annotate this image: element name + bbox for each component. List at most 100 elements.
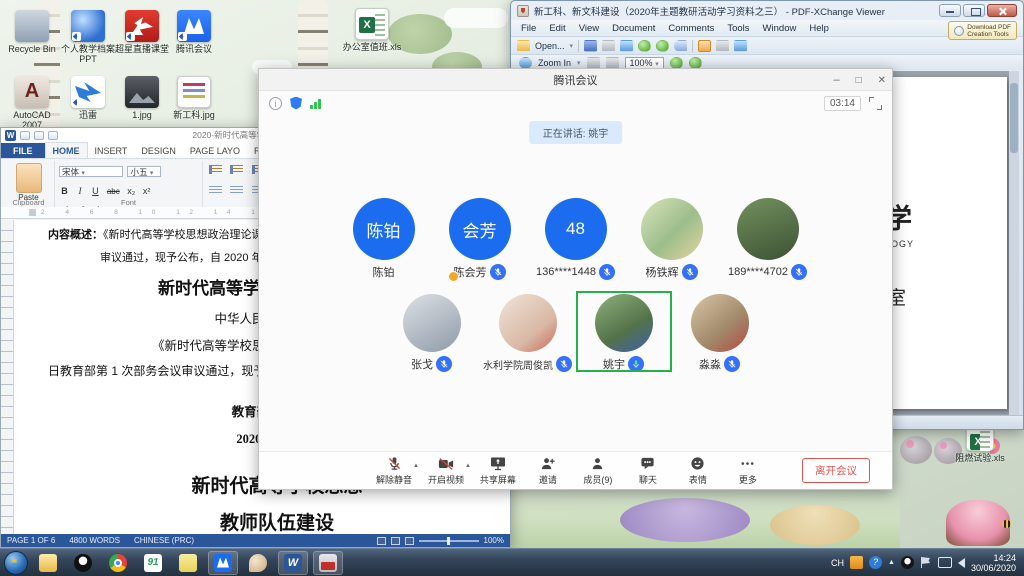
align-left-button[interactable]	[209, 186, 222, 195]
share-screen-button[interactable]: 共享屏幕	[473, 455, 523, 486]
menu-comments[interactable]: Comments	[668, 23, 714, 34]
mic-options-caret[interactable]: ▲	[413, 463, 419, 469]
italic-button[interactable]: I	[76, 186, 84, 196]
next-view-icon[interactable]	[656, 40, 669, 52]
participant-tile[interactable]: 189****4702	[720, 195, 816, 280]
open-button[interactable]: Open...	[535, 41, 565, 51]
participant-tile[interactable]: 陈铂 陈铂	[336, 195, 432, 280]
taskbar-tencent-meeting[interactable]	[208, 551, 238, 575]
paste-button[interactable]	[16, 163, 42, 193]
menu-file[interactable]: File	[521, 23, 536, 34]
zoom-slider[interactable]	[419, 540, 479, 542]
security-shield-icon[interactable]	[290, 97, 302, 110]
desktop-icon-chaoxing[interactable]: 超星直播课堂	[112, 10, 172, 54]
download-pdf-tools-button[interactable]: Download PDFCreation Tools	[948, 21, 1017, 40]
open-icon[interactable]	[517, 40, 530, 52]
menu-view[interactable]: View	[579, 23, 599, 34]
desktop-icon-excel-right[interactable]: 阻燃试验.xls	[950, 425, 1010, 463]
participant-tile[interactable]: 48 136****1448	[528, 195, 624, 280]
sogou-input-icon[interactable]	[850, 556, 863, 569]
maximize-button[interactable]	[856, 74, 862, 86]
hand-tool-icon[interactable]	[698, 40, 711, 52]
taskbar-chrome[interactable]	[103, 551, 133, 575]
undo-icon[interactable]	[674, 40, 687, 52]
fullscreen-icon[interactable]	[869, 97, 882, 110]
desktop-icon-doc[interactable]: 新工科.jpg	[164, 76, 224, 120]
font-name-select[interactable]: 宋体 ▾	[59, 166, 123, 177]
participant-tile[interactable]: 张戈	[384, 291, 480, 372]
participant-tile-speaking[interactable]: 姚宇	[576, 291, 672, 372]
snapshot-icon[interactable]	[620, 40, 633, 52]
volume-icon[interactable]	[958, 558, 965, 568]
action-center-flag-icon[interactable]	[920, 556, 932, 569]
vertical-ruler[interactable]	[1, 220, 14, 534]
undo-button[interactable]	[34, 131, 44, 140]
tab-page-layout[interactable]: PAGE LAYO	[183, 143, 247, 158]
close-button[interactable]	[878, 74, 886, 86]
print-icon[interactable]	[602, 40, 615, 52]
tab-home[interactable]: HOME	[45, 142, 88, 158]
more-button[interactable]: 更多	[723, 455, 773, 486]
leave-meeting-button[interactable]: 离开会议	[802, 458, 870, 483]
read-mode-button[interactable]	[377, 537, 386, 545]
taskbar-word[interactable]: W	[278, 551, 308, 575]
taskbar-explorer[interactable]	[33, 551, 63, 575]
menu-tools[interactable]: Tools	[727, 23, 749, 34]
desktop-icon-autocad[interactable]: AutoCAD 2007	[2, 76, 62, 130]
participant-tile[interactable]: 水利学院周俊凯	[480, 291, 576, 372]
participant-tile[interactable]: 杨铁辉	[624, 195, 720, 280]
minimize-button[interactable]	[833, 74, 839, 86]
zoom-value-box[interactable]: 100% ▾	[625, 57, 664, 69]
language-indicator[interactable]: CH	[831, 558, 844, 568]
language-indicator[interactable]: CHINESE (PRC)	[134, 536, 194, 545]
zoom-slider-thumb[interactable]	[447, 537, 450, 545]
align-center-button[interactable]	[230, 186, 243, 195]
taskbar-sticky-notes[interactable]	[173, 551, 203, 575]
number-list-button[interactable]	[230, 165, 243, 174]
participant-tile[interactable]: 会芳 陈会芳	[432, 195, 528, 280]
tab-design[interactable]: DESIGN	[134, 143, 183, 158]
qq-tray-icon[interactable]	[901, 556, 914, 569]
underline-button[interactable]: U	[91, 186, 99, 196]
participant-tile[interactable]: 淼淼	[672, 291, 768, 372]
taskbar-qq[interactable]	[68, 551, 98, 575]
start-video-button[interactable]: 开启视频	[421, 455, 471, 486]
taskbar-paint[interactable]	[243, 551, 273, 575]
stamp-tool-icon[interactable]	[734, 40, 747, 52]
tray-clock[interactable]: 14:24 30/06/2020	[971, 553, 1016, 573]
save-button[interactable]	[20, 131, 30, 140]
superscript-button[interactable]: x²	[143, 186, 151, 196]
chat-button[interactable]: 聊天	[623, 455, 673, 486]
zoom-level-icon[interactable]	[689, 57, 702, 69]
desktop-icon-tencent-meeting[interactable]: 腾讯会议	[164, 10, 224, 54]
zoom-in-icon[interactable]	[519, 57, 532, 69]
taskbar-91-app[interactable]: 91	[138, 551, 168, 575]
restore-button[interactable]	[963, 4, 985, 17]
zoom-level[interactable]: 100%	[484, 536, 504, 545]
zoom-in-button[interactable]: Zoom In	[538, 58, 571, 68]
menu-edit[interactable]: Edit	[549, 23, 565, 34]
select-tool-icon[interactable]	[716, 40, 729, 52]
tab-file[interactable]: FILE	[1, 143, 45, 158]
menu-help[interactable]: Help	[809, 23, 829, 34]
start-button[interactable]	[4, 551, 28, 575]
strikethrough-button[interactable]: abc	[107, 187, 120, 196]
bullet-list-button[interactable]	[209, 165, 222, 174]
bold-button[interactable]: B	[61, 186, 69, 196]
meeting-info-icon[interactable]: i	[269, 97, 282, 110]
zoom-out-icon[interactable]	[670, 57, 683, 69]
font-size-select[interactable]: 小五 ▾	[127, 166, 161, 177]
network-icon[interactable]	[938, 557, 952, 568]
subscript-button[interactable]: x₂	[127, 186, 135, 196]
close-button[interactable]	[987, 4, 1017, 17]
menu-window[interactable]: Window	[763, 23, 797, 34]
desktop-icon-personal-archive[interactable]: 个人教学档案PPT	[58, 10, 118, 64]
video-options-caret[interactable]: ▲	[465, 463, 471, 469]
desktop-icon-recycle-bin[interactable]: Recycle Bin	[2, 10, 62, 54]
desktop-icon-thunder[interactable]: 迅雷	[58, 76, 118, 120]
pdf-scrollbar-thumb[interactable]	[1010, 83, 1018, 153]
members-button[interactable]: 成员(9)	[573, 455, 623, 486]
desktop-icon-excel-top[interactable]: 办公室值班.xls	[342, 8, 402, 52]
save-icon[interactable]	[584, 40, 597, 52]
previous-view-icon[interactable]	[638, 40, 651, 52]
